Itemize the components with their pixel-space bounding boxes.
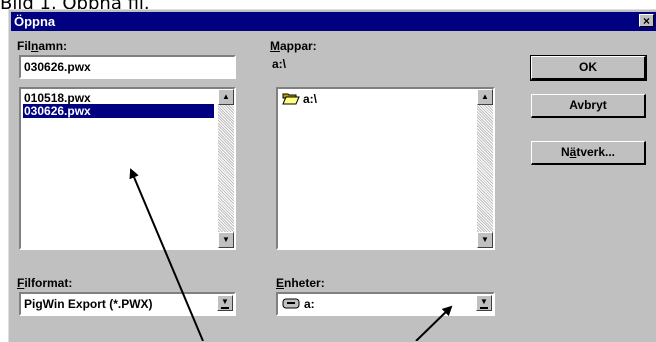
floppy-drive-icon bbox=[282, 298, 300, 309]
title-bar: Öppna × bbox=[11, 12, 656, 31]
filename-input-value: 030626.pwx bbox=[24, 60, 91, 74]
filetype-label-part: ilformat: bbox=[24, 276, 73, 290]
filetype-label: Filformat: bbox=[17, 276, 72, 290]
scroll-down-icon[interactable]: ▼ bbox=[477, 232, 493, 248]
open-folder-icon bbox=[282, 93, 300, 105]
network-label-part: N bbox=[560, 145, 570, 159]
ok-button[interactable]: OK bbox=[530, 55, 647, 81]
folder-name: a:\ bbox=[303, 92, 318, 106]
folder-list[interactable]: a:\ ▲ ▼ bbox=[276, 87, 495, 250]
current-path: a:\ bbox=[272, 57, 287, 71]
scroll-down-icon[interactable]: ▼ bbox=[218, 232, 234, 248]
file-list-scrollbar[interactable]: ▲ ▼ bbox=[218, 89, 234, 248]
folders-label-accesskey: M bbox=[270, 39, 280, 53]
drives-label-part: nheter: bbox=[284, 276, 325, 290]
cancel-button[interactable]: Avbryt bbox=[531, 94, 646, 118]
list-item[interactable]: 010518.pwx bbox=[24, 91, 91, 105]
chevron-down-icon[interactable]: ▼ bbox=[217, 295, 233, 311]
network-button[interactable]: Nätverk... bbox=[531, 141, 646, 165]
scroll-up-icon[interactable]: ▲ bbox=[218, 89, 234, 105]
scroll-up-icon[interactable]: ▲ bbox=[477, 89, 493, 105]
folders-label-part: appar: bbox=[280, 39, 317, 53]
filetype-select[interactable]: PigWin Export (*.PWX) ▼ bbox=[19, 292, 236, 316]
dialog-title: Öppna bbox=[14, 14, 56, 29]
folder-list-scrollbar[interactable]: ▲ ▼ bbox=[477, 89, 493, 248]
filetype-select-value: PigWin Export (*.PWX) bbox=[24, 297, 153, 311]
chevron-down-icon[interactable]: ▼ bbox=[476, 295, 492, 311]
drives-select-value: a: bbox=[304, 297, 315, 311]
filename-label-part: Fil bbox=[17, 39, 31, 53]
document-caption: Bild 1. Öppna fil. bbox=[0, 0, 656, 9]
list-item-selected[interactable]: 030626.pwx bbox=[23, 104, 214, 118]
drives-select[interactable]: a: ▼ bbox=[276, 292, 495, 316]
filename-input[interactable]: 030626.pwx bbox=[19, 55, 236, 79]
close-button[interactable]: × bbox=[639, 14, 654, 27]
filename-label: Filnamn: bbox=[17, 39, 67, 53]
open-file-dialog: Öppna × Filnamn: 030626.pwx 010518.pwx 0… bbox=[8, 9, 656, 342]
folders-label: Mappar: bbox=[270, 39, 317, 53]
drives-label: Enheter: bbox=[276, 276, 325, 290]
filename-label-part: amn: bbox=[38, 39, 68, 53]
drives-label-accesskey: E bbox=[276, 276, 285, 290]
network-label-part: tverk... bbox=[576, 145, 616, 159]
close-icon: × bbox=[642, 14, 650, 28]
file-list[interactable]: 010518.pwx 030626.pwx ▲ ▼ bbox=[19, 87, 236, 250]
